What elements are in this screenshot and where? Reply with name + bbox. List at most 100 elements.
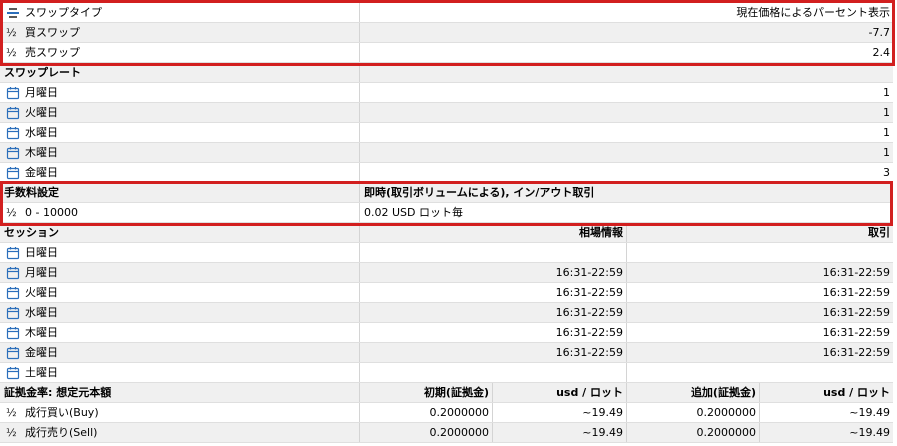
- swap-rate-header: スワップレート: [0, 63, 893, 83]
- day-label: 土曜日: [25, 366, 58, 379]
- session-quotes-time: 16:31-22:59: [555, 346, 623, 359]
- session-trade-time: 16:31-22:59: [822, 346, 890, 359]
- swap-rate-value: 1: [883, 126, 890, 139]
- session-quotes-time: [360, 243, 626, 262]
- margin-header: 証拠金率: 想定元本額 初期(証拠金) usd / ロット 追加(証拠金) us…: [0, 383, 893, 403]
- margin-row: ½ 成行買い(Buy) 0.2000000 ~19.49 0.2000000 ~19.49: [0, 403, 893, 423]
- commission-title: 手数料設定: [4, 186, 59, 199]
- session-quotes-time: [360, 363, 626, 382]
- one-half-icon: ½: [6, 26, 17, 39]
- column-divider: [359, 203, 360, 222]
- calendar-icon: [6, 127, 20, 140]
- day-label: 日曜日: [25, 246, 58, 259]
- calendar-icon: [6, 347, 20, 360]
- column-divider: [359, 183, 360, 202]
- swap-rate-row: 金曜日 3: [0, 163, 893, 183]
- swap-buy-row: ½ 買スワップ -7.7: [0, 23, 893, 43]
- margin-row-label: 成行買い(Buy): [25, 406, 99, 419]
- margin-col-unit2: usd / ロット: [823, 386, 890, 399]
- calendar-icon: [6, 367, 20, 380]
- day-label: 木曜日: [25, 146, 58, 159]
- commission-mode: 即時(取引ボリュームによる), イン/アウト取引: [364, 186, 595, 199]
- one-half-icon: ½: [6, 426, 17, 439]
- commission-range-row: ½ 0 - 10000 0.02 USD ロット毎: [0, 203, 893, 223]
- swap-rate-value: 3: [883, 166, 890, 179]
- commission-range-value: 0.02 USD ロット毎: [364, 206, 463, 219]
- session-title: セッション: [4, 226, 59, 239]
- session-col-quotes: 相場情報: [579, 226, 623, 239]
- list-icon: [7, 8, 19, 18]
- swap-sell-value: 2.4: [872, 46, 891, 59]
- swap-rate-row: 火曜日 1: [0, 103, 893, 123]
- session-row: 月曜日 16:31-22:59 16:31-22:59: [0, 263, 893, 283]
- swap-rate-value: 1: [883, 86, 890, 99]
- day-label: 月曜日: [25, 86, 58, 99]
- margin-col-additional: 追加(証拠金): [690, 386, 756, 399]
- swap-rate-value: 1: [883, 106, 890, 119]
- calendar-icon: [6, 107, 20, 120]
- margin-unit1-value: ~19.49: [582, 406, 623, 419]
- commission-header: 手数料設定 即時(取引ボリュームによる), イン/アウト取引: [0, 183, 893, 203]
- calendar-icon: [6, 247, 20, 260]
- session-quotes-time: 16:31-22:59: [555, 306, 623, 319]
- session-quotes-time: 16:31-22:59: [555, 326, 623, 339]
- day-label: 水曜日: [25, 126, 58, 139]
- swap-rate-value: 1: [883, 146, 890, 159]
- margin-additional-value: 0.2000000: [696, 406, 757, 419]
- session-trade-time: 16:31-22:59: [822, 326, 890, 339]
- margin-col-unit1: usd / ロット: [556, 386, 623, 399]
- margin-unit2-value: ~19.49: [849, 426, 890, 439]
- calendar-icon: [6, 167, 20, 180]
- day-label: 水曜日: [25, 306, 58, 319]
- swap-rate-row: 月曜日 1: [0, 83, 893, 103]
- session-row: 火曜日 16:31-22:59 16:31-22:59: [0, 283, 893, 303]
- calendar-icon: [6, 147, 20, 160]
- day-label: 金曜日: [25, 166, 58, 179]
- calendar-icon: [6, 267, 20, 280]
- session-trade-time: [627, 363, 893, 382]
- swap-buy-value: -7.7: [868, 26, 890, 39]
- swap-rate-title: スワップレート: [4, 66, 81, 79]
- session-trade-time: [627, 243, 893, 262]
- session-row: 水曜日 16:31-22:59 16:31-22:59: [0, 303, 893, 323]
- calendar-icon: [6, 327, 20, 340]
- day-label: 金曜日: [25, 346, 58, 359]
- column-divider: [359, 63, 360, 82]
- swap-buy-label: 買スワップ: [25, 26, 80, 39]
- session-row: 日曜日: [0, 243, 893, 263]
- session-trade-time: 16:31-22:59: [822, 306, 890, 319]
- margin-title: 証拠金率: 想定元本額: [4, 386, 112, 399]
- session-col-trade: 取引: [868, 226, 890, 239]
- swap-type-row: スワップタイプ 現在価格によるパーセント表示: [0, 3, 893, 23]
- swap-rate-row: 水曜日 1: [0, 123, 893, 143]
- day-label: 木曜日: [25, 326, 58, 339]
- session-trade-time: 16:31-22:59: [822, 286, 890, 299]
- calendar-icon: [6, 307, 20, 320]
- swap-type-value: 現在価格によるパーセント表示: [736, 6, 890, 19]
- one-half-icon: ½: [6, 206, 17, 219]
- session-row: 金曜日 16:31-22:59 16:31-22:59: [0, 343, 893, 363]
- day-label: 月曜日: [25, 266, 58, 279]
- session-header: セッション 相場情報 取引: [0, 223, 893, 243]
- calendar-icon: [6, 287, 20, 300]
- swap-rate-row: 木曜日 1: [0, 143, 893, 163]
- one-half-icon: ½: [6, 46, 17, 59]
- session-quotes-time: 16:31-22:59: [555, 286, 623, 299]
- session-row: 土曜日: [0, 363, 893, 383]
- day-label: 火曜日: [25, 106, 58, 119]
- calendar-icon: [6, 87, 20, 100]
- swap-type-label: スワップタイプ: [25, 6, 102, 19]
- margin-initial-value: 0.2000000: [429, 406, 490, 419]
- one-half-icon: ½: [6, 406, 17, 419]
- margin-additional-value: 0.2000000: [696, 426, 757, 439]
- session-quotes-time: 16:31-22:59: [555, 266, 623, 279]
- day-label: 火曜日: [25, 286, 58, 299]
- margin-row: ½ 成行売り(Sell) 0.2000000 ~19.49 0.2000000 ~19.4…: [0, 423, 893, 443]
- swap-sell-label: 売スワップ: [25, 46, 80, 59]
- margin-unit1-value: ~19.49: [582, 426, 623, 439]
- commission-range-label: 0 - 10000: [25, 206, 78, 219]
- margin-initial-value: 0.2000000: [429, 426, 490, 439]
- session-row: 木曜日 16:31-22:59 16:31-22:59: [0, 323, 893, 343]
- margin-unit2-value: ~19.49: [849, 406, 890, 419]
- swap-sell-row: ½ 売スワップ 2.4: [0, 43, 893, 63]
